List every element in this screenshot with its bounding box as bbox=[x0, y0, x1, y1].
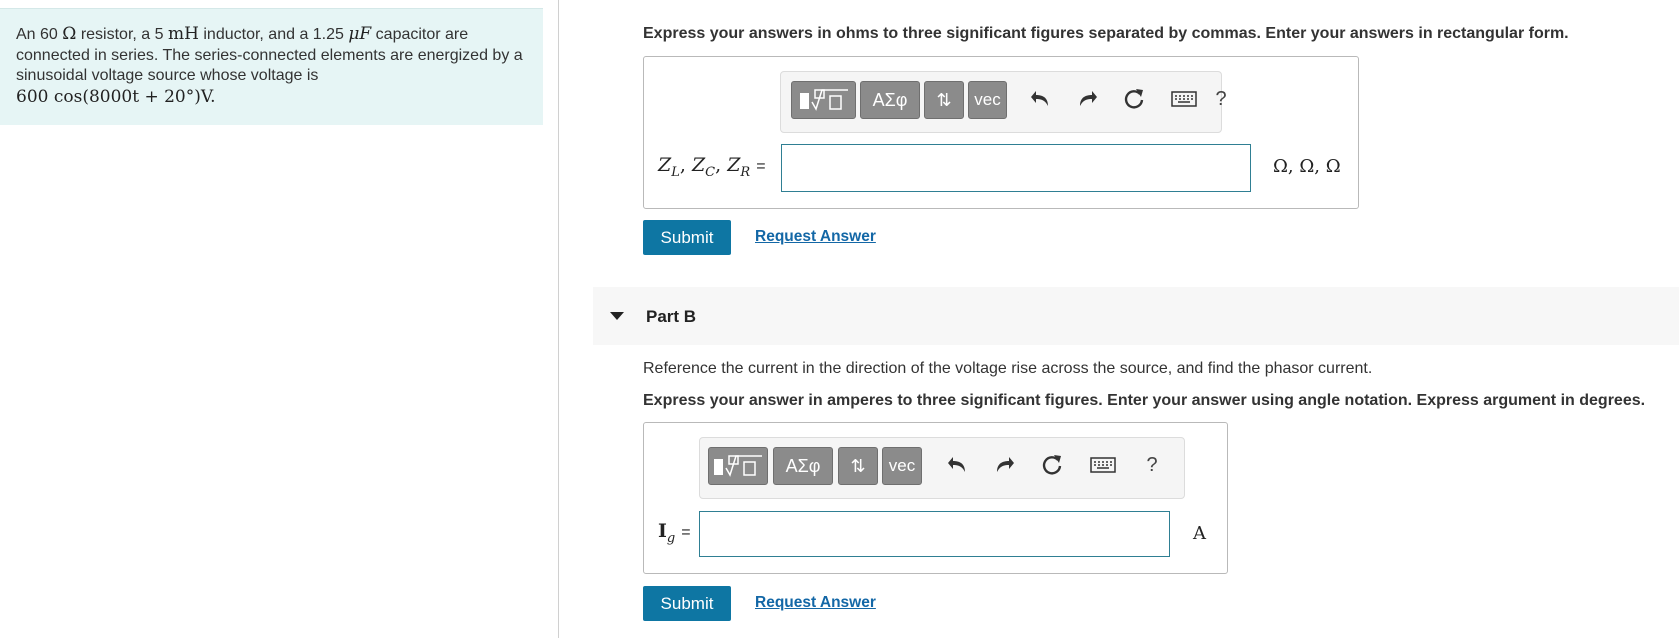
part-b-toolbar: ΑΣφ ⇅ vec ? bbox=[699, 437, 1185, 499]
vector-button[interactable]: vec bbox=[882, 447, 922, 485]
part-b-description: Reference the current in the direction o… bbox=[643, 360, 1373, 377]
undo-icon[interactable] bbox=[943, 450, 973, 480]
part-b-submit-button[interactable]: Submit bbox=[643, 586, 731, 621]
undo-icon[interactable] bbox=[1026, 84, 1056, 114]
panel-divider bbox=[558, 0, 559, 638]
greek-symbols-button[interactable]: ΑΣφ bbox=[773, 447, 833, 485]
part-b-request-answer-link[interactable]: Request Answer bbox=[755, 594, 876, 612]
templates-button[interactable] bbox=[791, 81, 856, 119]
part-a-submit-button[interactable]: Submit bbox=[643, 220, 731, 255]
greek-symbols-button[interactable]: ΑΣφ bbox=[860, 81, 920, 119]
part-a-instruction: Express your answers in ohms to three si… bbox=[643, 25, 1569, 42]
voltage-expression: 600 cos(8000t + 20°)V. bbox=[16, 86, 216, 107]
part-b-title: Part B bbox=[646, 307, 697, 326]
part-b-answer-input[interactable] bbox=[699, 511, 1170, 557]
vector-button[interactable]: vec bbox=[968, 81, 1007, 119]
help-icon[interactable]: ? bbox=[1137, 450, 1167, 480]
reset-icon[interactable] bbox=[1037, 450, 1067, 480]
reset-icon[interactable] bbox=[1119, 84, 1149, 114]
part-b-answer-box: ΑΣφ ⇅ vec ? Ig = A bbox=[643, 422, 1228, 574]
part-b-unit: A bbox=[1193, 523, 1206, 544]
templates-button[interactable] bbox=[708, 447, 768, 485]
arrows-button[interactable]: ⇅ bbox=[838, 447, 878, 485]
redo-icon[interactable] bbox=[989, 450, 1019, 480]
part-a-answer-input[interactable] bbox=[781, 144, 1251, 192]
part-b-header[interactable] bbox=[593, 287, 1679, 345]
part-a-units: Ω, Ω, Ω bbox=[1273, 156, 1341, 177]
keyboard-icon[interactable] bbox=[1169, 84, 1199, 114]
part-a-toolbar: ΑΣφ ⇅ vec ? bbox=[780, 71, 1227, 133]
help-icon[interactable]: ? bbox=[1206, 84, 1236, 114]
arrows-button[interactable]: ⇅ bbox=[924, 81, 964, 119]
templates-icon bbox=[799, 89, 848, 111]
keyboard-icon[interactable] bbox=[1088, 450, 1118, 480]
part-a-answer-box: ΑΣφ ⇅ vec ? ZL, ZC, ZR = Ω, Ω, Ω bbox=[643, 56, 1359, 209]
templates-icon bbox=[714, 455, 762, 477]
part-b-instruction: Express your answer in amperes to three … bbox=[643, 392, 1646, 409]
redo-icon[interactable] bbox=[1072, 84, 1102, 114]
part-a-request-answer-link[interactable]: Request Answer bbox=[755, 228, 876, 246]
problem-statement: An 60 Ω resistor, a 5 mH inductor, and a… bbox=[16, 24, 523, 107]
part-b-label: Ig = bbox=[658, 520, 691, 546]
part-a-label: ZL, ZC, ZR = bbox=[658, 154, 766, 180]
collapse-caret-icon[interactable] bbox=[610, 312, 624, 320]
